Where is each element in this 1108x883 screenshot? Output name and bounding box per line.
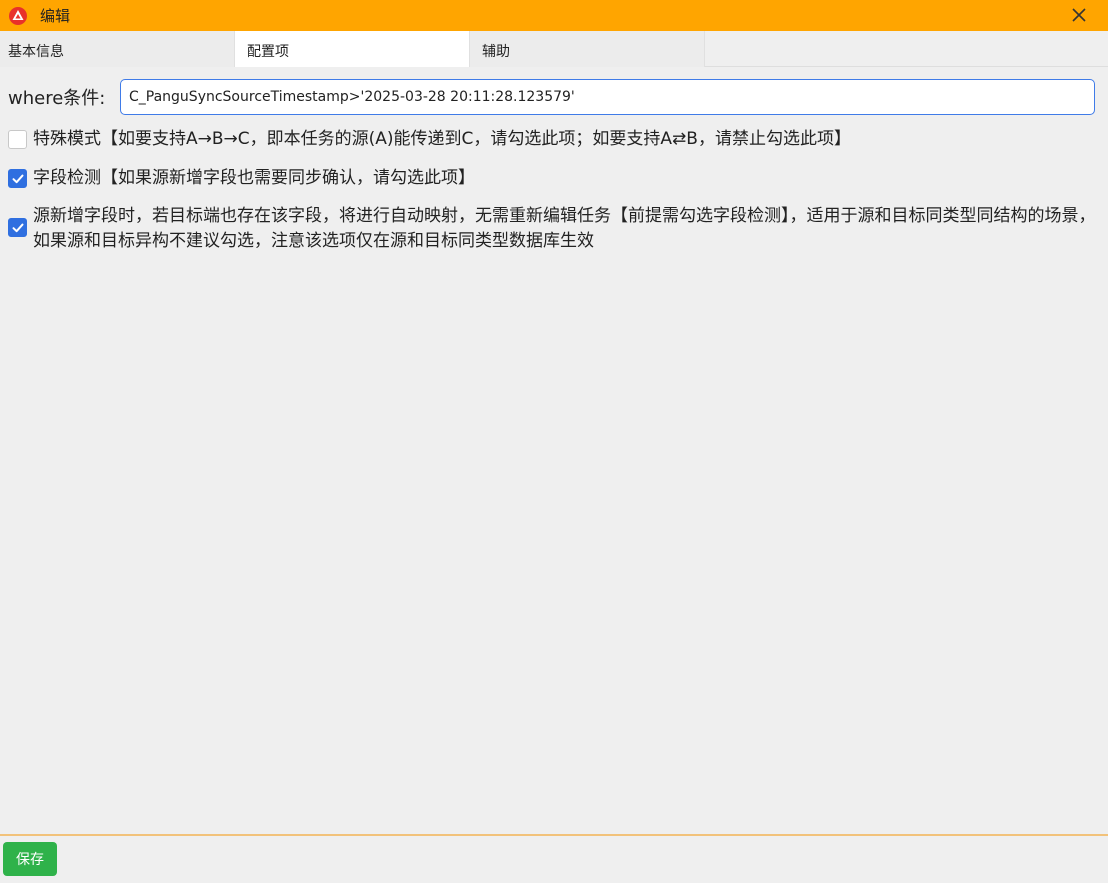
field-check-checkbox[interactable] xyxy=(8,169,27,188)
tab-bar: 基本信息 配置项 辅助 xyxy=(0,31,1108,67)
auto-map-label: 源新增字段时，若目标端也存在该字段，将进行自动映射，无需重新编辑任务【前提需勾选… xyxy=(33,206,1096,251)
save-button[interactable]: 保存 xyxy=(3,842,57,876)
option-special-mode: 特殊模式【如要支持A→B→C，即本任务的源(A)能传递到C，请勾选此项；如要支持… xyxy=(8,127,1103,152)
title-bar: 编辑 xyxy=(0,0,1108,31)
tab-config[interactable]: 配置项 xyxy=(235,31,470,67)
close-icon[interactable] xyxy=(1068,4,1090,26)
tab-auxiliary[interactable]: 辅助 xyxy=(470,31,705,67)
auto-map-checkbox[interactable] xyxy=(8,218,27,237)
option-field-check: 字段检测【如果源新增字段也需要同步确认，请勾选此项】 xyxy=(8,166,1103,191)
window-title: 编辑 xyxy=(40,7,71,25)
special-mode-checkbox[interactable] xyxy=(8,130,27,149)
footer-divider xyxy=(0,834,1108,836)
app-logo-icon xyxy=(8,6,28,26)
where-condition-row: where条件: xyxy=(8,79,1095,115)
field-check-label: 字段检测【如果源新增字段也需要同步确认，请勾选此项】 xyxy=(33,168,475,188)
edit-window: 编辑 基本信息 配置项 辅助 where条件: 特殊模式【如要支持A→B→C，即… xyxy=(0,0,1108,883)
special-mode-label: 特殊模式【如要支持A→B→C，即本任务的源(A)能传递到C，请勾选此项；如要支持… xyxy=(33,129,851,149)
where-label: where条件: xyxy=(8,88,106,109)
option-auto-map: 源新增字段时，若目标端也存在该字段，将进行自动映射，无需重新编辑任务【前提需勾选… xyxy=(8,204,1103,254)
checkmark-icon xyxy=(12,174,23,183)
where-condition-input[interactable] xyxy=(120,79,1095,115)
tab-basic-info[interactable]: 基本信息 xyxy=(0,31,235,67)
checkmark-icon xyxy=(12,223,23,232)
